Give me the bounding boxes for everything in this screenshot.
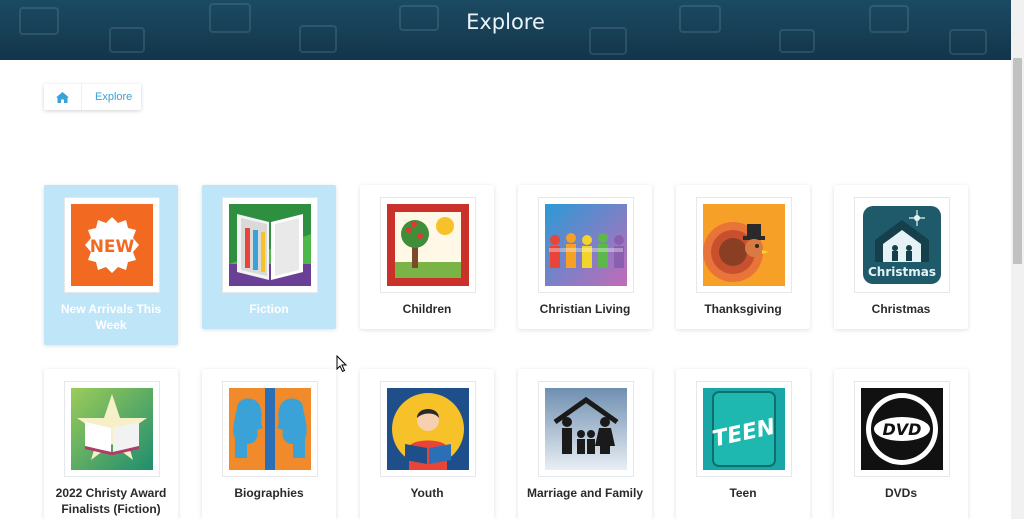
star-book-icon — [71, 388, 153, 470]
home-icon — [56, 91, 69, 103]
people-chain-icon — [545, 204, 627, 286]
category-card-christmas[interactable]: Christmas Christmas — [834, 185, 968, 329]
family-house-icon — [545, 388, 627, 470]
breadcrumb-home[interactable] — [44, 84, 82, 110]
page-title: Explore — [466, 10, 545, 34]
category-label: Thanksgiving — [704, 302, 782, 316]
profiles-icon — [229, 388, 311, 470]
reader-icon — [387, 388, 469, 470]
category-thumbnail — [380, 381, 476, 477]
category-label: Biographies — [234, 486, 304, 500]
christmas-image-text: Christmas — [868, 265, 936, 279]
category-card-children[interactable]: Children — [360, 185, 494, 329]
category-thumbnail — [538, 197, 634, 293]
turkey-icon — [703, 204, 785, 286]
open-book-icon — [229, 204, 311, 286]
page: Explore Explore NEW New Arrivals This We… — [0, 0, 1011, 519]
category-thumbnail: DVD — [854, 381, 950, 477]
category-card-thanksgiving[interactable]: Thanksgiving — [676, 185, 810, 329]
category-card-fiction[interactable]: Fiction — [202, 185, 336, 329]
category-card-marriage-family[interactable]: Marriage and Family — [518, 369, 652, 519]
new-badge-icon: NEW — [71, 204, 153, 286]
category-label: Fiction — [249, 302, 289, 316]
category-label: 2022 Christy Award Finalists (Fiction) — [55, 486, 167, 516]
category-thumbnail — [222, 381, 318, 477]
category-label: Marriage and Family — [526, 486, 644, 500]
category-label: Christmas — [871, 302, 931, 316]
dvd-icon: DVD — [861, 388, 943, 470]
category-card-biographies[interactable]: Biographies — [202, 369, 336, 519]
category-label: Youth — [410, 486, 444, 500]
category-label: DVDs — [884, 486, 917, 500]
tree-sun-icon — [387, 204, 469, 286]
category-label: Teen — [729, 486, 757, 500]
category-thumbnail — [64, 381, 160, 477]
category-card-christian-living[interactable]: Christian Living — [518, 185, 652, 329]
page-header: Explore — [0, 0, 1011, 60]
scrollbar-thumb[interactable] — [1013, 58, 1022, 264]
category-thumbnail — [222, 197, 318, 293]
category-label: Christian Living — [539, 302, 631, 316]
breadcrumb: Explore — [44, 84, 141, 110]
category-thumbnail — [380, 197, 476, 293]
page-scrollbar[interactable] — [1011, 0, 1024, 519]
category-thumbnail — [696, 197, 792, 293]
category-card-dvds[interactable]: DVD DVDs — [834, 369, 968, 519]
category-card-new-arrivals[interactable]: NEW New Arrivals This Week — [44, 185, 178, 345]
breadcrumb-explore[interactable]: Explore — [82, 91, 132, 103]
teen-icon: TEEN — [703, 388, 785, 470]
svg-text:NEW: NEW — [90, 237, 135, 257]
category-thumbnail: NEW — [64, 197, 160, 293]
nativity-icon: Christmas — [861, 204, 943, 286]
category-thumbnail — [538, 381, 634, 477]
dvd-image-text: DVD — [883, 420, 922, 439]
category-card-youth[interactable]: Youth — [360, 369, 494, 519]
category-card-christy-award[interactable]: 2022 Christy Award Finalists (Fiction) — [44, 369, 178, 519]
category-label: Children — [402, 302, 452, 316]
category-card-teen[interactable]: TEEN Teen — [676, 369, 810, 519]
mouse-cursor-icon — [336, 355, 348, 373]
category-thumbnail: Christmas — [854, 197, 950, 293]
category-label: New Arrivals This Week — [60, 302, 162, 332]
category-thumbnail: TEEN — [696, 381, 792, 477]
